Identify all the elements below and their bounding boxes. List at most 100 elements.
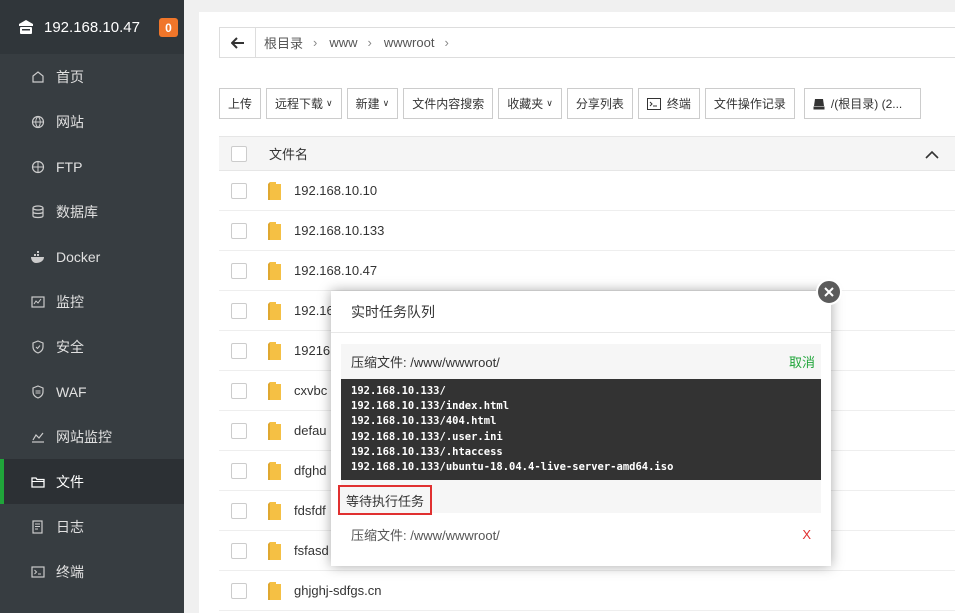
ftp-icon — [30, 159, 46, 175]
row-checkbox[interactable] — [231, 222, 247, 239]
folder-icon — [267, 221, 283, 241]
favorites-button[interactable]: 收藏夹 ∨ — [498, 88, 562, 119]
remote-download-button[interactable]: 远程下载 ∨ — [266, 88, 342, 119]
row-checkbox[interactable] — [231, 582, 247, 599]
file-name[interactable]: 192.168.10.47 — [294, 263, 377, 278]
file-name[interactable]: fdsfdf — [294, 503, 326, 518]
new-button[interactable]: 新建 ∨ — [346, 88, 399, 119]
console-line: 192.168.10.133/404.html — [351, 415, 497, 428]
share-list-button[interactable]: 分享列表 — [566, 88, 633, 119]
server-logo-icon — [16, 17, 36, 37]
sidebar-item-label: FTP — [56, 158, 83, 175]
sidebar-item-label: 监控 — [56, 293, 84, 310]
monitor-icon — [30, 294, 46, 310]
file-name[interactable]: fsfasd — [294, 543, 329, 558]
sidebar-item-2[interactable]: FTP — [0, 144, 184, 189]
sidebar-item-10[interactable]: 日志 — [0, 504, 184, 549]
console-line: 192.168.10.133/ubuntu-18.04.4-live-serve… — [351, 461, 674, 474]
folder-icon — [267, 341, 283, 361]
sidebar-item-label: Docker — [56, 248, 101, 265]
row-checkbox[interactable] — [231, 502, 247, 519]
row-checkbox[interactable] — [231, 262, 247, 279]
sidebar-item-9[interactable]: 文件 — [0, 459, 184, 504]
arrow-left-icon — [230, 36, 244, 49]
remove-task-button[interactable]: X — [802, 527, 811, 542]
file-name[interactable]: 192.168.10.10 — [294, 183, 377, 198]
server-ip: 192.168.10.47 — [44, 18, 140, 36]
folder-icon — [267, 501, 283, 521]
row-checkbox[interactable] — [231, 342, 247, 359]
row-checkbox[interactable] — [231, 542, 247, 559]
terminal-button[interactable]: 终端 — [637, 88, 700, 119]
chevron-down-icon: ∨ — [382, 98, 390, 108]
folder-icon — [267, 181, 283, 201]
home-icon — [30, 69, 46, 85]
shield-icon — [30, 339, 46, 355]
brand-header: 192.168.10.47 0 — [0, 0, 184, 54]
operation-log-button[interactable]: 文件操作记录 — [704, 88, 795, 119]
folder-icon — [267, 461, 283, 481]
upload-button[interactable]: 上传 — [219, 88, 262, 119]
row-checkbox[interactable] — [231, 182, 247, 199]
folder-icon — [267, 301, 283, 321]
content-search-button[interactable]: 文件内容搜索 — [403, 88, 494, 119]
sidebar-item-label: 日志 — [56, 518, 84, 535]
file-name[interactable]: 19216 — [294, 343, 330, 358]
sidebar-item-7[interactable]: WAF — [0, 369, 184, 414]
folder-icon — [267, 421, 283, 441]
cancel-task-button[interactable]: 取消 — [789, 352, 815, 371]
table-row[interactable]: 192.168.10.10 — [219, 171, 955, 211]
breadcrumb-root[interactable]: 根目录 — [264, 33, 303, 52]
chevron-down-icon: ∨ — [326, 98, 333, 108]
column-filename[interactable]: 文件名 — [269, 144, 308, 163]
task-output-console: 192.168.10.133/192.168.10.133/index.html… — [341, 379, 821, 480]
back-button[interactable] — [220, 28, 256, 57]
sidebar-item-0[interactable]: 首页 — [0, 54, 184, 99]
row-checkbox[interactable] — [231, 462, 247, 479]
sidebar-item-11[interactable]: 终端 — [0, 549, 184, 594]
pending-task: 压缩文件: /www/wwwroot/ X — [341, 517, 821, 552]
breadcrumb: 根目录 › www › wwwroot › — [219, 27, 955, 58]
breadcrumb-www[interactable]: www — [329, 35, 357, 50]
console-line: 192.168.10.133/index.html — [351, 400, 510, 413]
current-task-label: 压缩文件: /www/wwwroot/ — [351, 355, 500, 370]
folder-icon — [30, 474, 46, 490]
sidebar-item-label: WAF — [56, 383, 87, 400]
file-name[interactable]: defau — [294, 423, 327, 438]
chevron-up-icon[interactable] — [925, 147, 939, 162]
console-line: 192.168.10.133/ — [351, 385, 446, 397]
sidebar-item-6[interactable]: 安全 — [0, 324, 184, 369]
close-icon — [824, 287, 834, 297]
chevron-right-icon: › — [367, 35, 372, 50]
table-row[interactable]: ghjghj-sdfgs.cn — [219, 571, 955, 611]
breadcrumb-wwwroot[interactable]: wwwroot — [384, 35, 435, 50]
table-header: 文件名 — [219, 136, 955, 171]
sidebar-item-label: 网站监控 — [56, 428, 112, 445]
file-name[interactable]: 192.168.10.133 — [294, 223, 384, 238]
row-checkbox[interactable] — [231, 382, 247, 399]
sidebar-item-label: 文件 — [56, 473, 84, 490]
chevron-right-icon: › — [444, 35, 449, 50]
disk-button[interactable]: /(根目录) (2... — [803, 88, 921, 119]
file-name[interactable]: 192.16 — [294, 303, 334, 318]
table-row[interactable]: 192.168.10.133 — [219, 211, 955, 251]
sidebar-item-label: 网站 — [56, 113, 84, 130]
file-name[interactable]: cxvbc — [294, 383, 327, 398]
close-button[interactable] — [816, 279, 842, 305]
file-name[interactable]: ghjghj-sdfgs.cn — [294, 583, 381, 598]
notification-badge[interactable]: 0 — [159, 18, 178, 37]
waiting-label: 等待执行任务 — [338, 485, 433, 515]
row-checkbox[interactable] — [231, 302, 247, 319]
file-name[interactable]: dfghd — [294, 463, 327, 478]
console-line: 192.168.10.133/.user.ini — [351, 430, 503, 443]
sidebar-item-1[interactable]: 网站 — [0, 99, 184, 144]
table-row[interactable]: 192.168.10.47 — [219, 251, 955, 291]
row-checkbox[interactable] — [231, 422, 247, 439]
select-all-checkbox[interactable] — [231, 145, 247, 162]
sidebar-item-8[interactable]: 网站监控 — [0, 414, 184, 459]
sidebar-item-4[interactable]: Docker — [0, 234, 184, 279]
task-queue-dialog: 实时任务队列 压缩文件: /www/wwwroot/ 取消 192.168.10… — [331, 279, 842, 566]
folder-icon — [267, 541, 283, 561]
sidebar-item-3[interactable]: 数据库 — [0, 189, 184, 234]
sidebar-item-5[interactable]: 监控 — [0, 279, 184, 324]
